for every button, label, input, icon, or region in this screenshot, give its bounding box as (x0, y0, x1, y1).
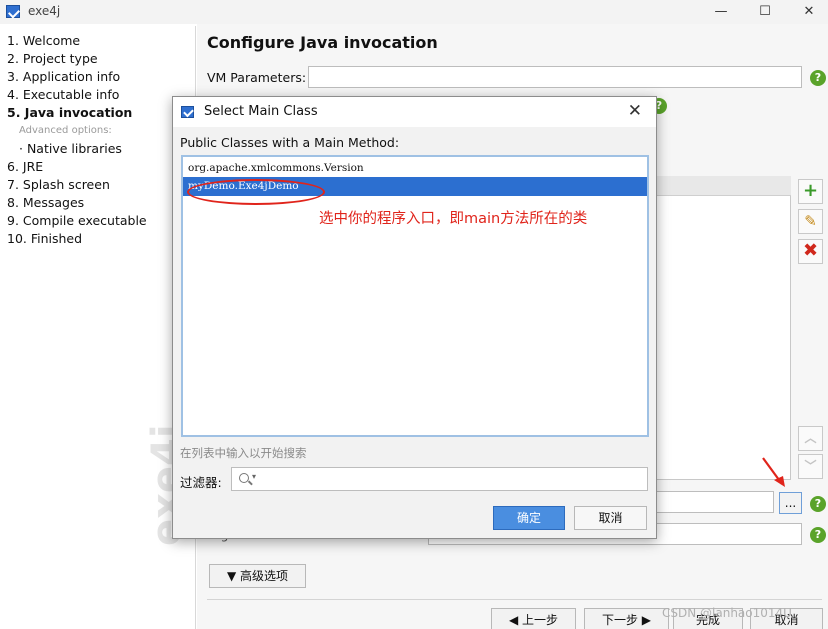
dialog-cancel-button[interactable]: 取消 (574, 506, 647, 530)
move-up-button[interactable]: ︿ (798, 426, 823, 451)
main-class-list[interactable]: org.apache.xmlcommons.Version myDemo.Exe… (181, 155, 649, 437)
advanced-options-label: Advanced options: (19, 125, 112, 136)
annotation-text: 选中你的程序入口，即main方法所在的类 (319, 211, 588, 227)
vm-help-icon[interactable]: ? (810, 70, 826, 86)
nav-step-compile-executable[interactable]: 9. Compile executable (7, 213, 147, 228)
nav-native-libraries-label: Native libraries (26, 141, 122, 156)
exe4j-dialog-icon (181, 106, 194, 118)
back-button[interactable]: ◀ 上一步 (491, 608, 576, 629)
nav-step-application-info[interactable]: 3. Application info (7, 69, 120, 84)
main-class-input[interactable] (655, 491, 774, 513)
classpath-list-header (655, 176, 791, 196)
nav-step-project-type[interactable]: 2. Project type (7, 51, 98, 66)
vm-parameters-input[interactable] (308, 66, 802, 88)
wizard-steps-sidebar: 1. Welcome 2. Project type 3. Applicatio… (0, 26, 196, 629)
triangle-left-icon: ◀ (508, 613, 519, 627)
nav-step-executable-info[interactable]: 4. Executable info (7, 87, 119, 102)
dialog-titlebar: Select Main Class ✕ (173, 97, 656, 127)
search-icon (239, 473, 249, 483)
nav-native-libraries[interactable]: · Native libraries (19, 141, 122, 156)
window-titlebar: exe4j — ☐ ✕ (0, 0, 828, 24)
close-window-button[interactable]: ✕ (796, 2, 822, 22)
bullet-icon: · (19, 141, 27, 156)
csdn-watermark: CSDN @lanhao1014U (662, 606, 792, 620)
move-down-button[interactable]: ﹀ (798, 454, 823, 479)
triangle-down-icon: ▼ (226, 569, 237, 583)
filter-input[interactable]: ▾ (231, 467, 648, 491)
vm-parameters-label: VM Parameters: (207, 70, 307, 85)
window-title: exe4j (28, 4, 61, 18)
annotation-arrow-browse-icon (762, 457, 785, 487)
annotation-ellipse (187, 179, 325, 205)
advanced-options-button-label: 高级选项 (240, 569, 289, 583)
filter-label: 过滤器: (180, 475, 222, 490)
arguments-help-icon[interactable]: ? (810, 527, 826, 543)
minimize-button[interactable]: — (708, 2, 734, 22)
search-dropdown-icon[interactable]: ▾ (252, 472, 256, 481)
edit-entry-button[interactable]: ✎ (798, 209, 823, 234)
nav-step-java-invocation[interactable]: 5. Java invocation (7, 105, 132, 120)
back-button-label: 上一步 (522, 613, 559, 627)
nav-step-splash-screen[interactable]: 7. Splash screen (7, 177, 110, 192)
next-button-label: 下一步 (601, 613, 638, 627)
nav-step-finished[interactable]: 10. Finished (7, 231, 82, 246)
select-main-class-dialog: Select Main Class ✕ Public Classes with … (172, 96, 657, 539)
classpath-list[interactable] (655, 176, 791, 480)
triangle-right-icon: ▶ (641, 613, 652, 627)
page-title: Configure Java invocation (207, 33, 438, 52)
add-entry-button[interactable]: + (798, 179, 823, 204)
footer-divider (207, 599, 822, 600)
search-hint: 在列表中输入以开始搜索 (180, 446, 307, 460)
nav-step-welcome[interactable]: 1. Welcome (7, 33, 80, 48)
dialog-title: Select Main Class (204, 104, 318, 119)
delete-entry-button[interactable]: ✖ (798, 239, 823, 264)
next-button[interactable]: 下一步 ▶ (584, 608, 669, 629)
main-class-help-icon[interactable]: ? (810, 496, 826, 512)
advanced-options-button[interactable]: ▼ 高级选项 (209, 564, 306, 588)
nav-step-messages[interactable]: 8. Messages (7, 195, 84, 210)
maximize-button[interactable]: ☐ (752, 2, 778, 22)
ok-button[interactable]: 确定 (493, 506, 565, 530)
dialog-close-button[interactable]: ✕ (628, 101, 642, 121)
class-list-item[interactable]: org.apache.xmlcommons.Version (183, 159, 647, 178)
exe4j-app-icon (6, 5, 20, 18)
nav-step-jre[interactable]: 6. JRE (7, 159, 43, 174)
browse-main-class-button[interactable]: ... (779, 492, 802, 514)
public-classes-label: Public Classes with a Main Method: (180, 135, 400, 150)
